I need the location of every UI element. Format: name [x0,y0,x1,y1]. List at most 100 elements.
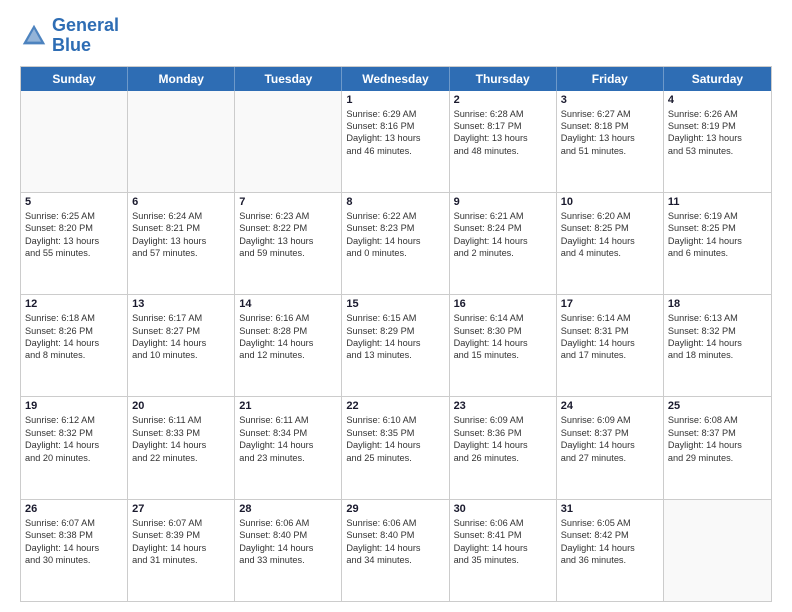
cell-info-line: Sunset: 8:34 PM [239,427,337,439]
logo-general: General [52,15,119,35]
cell-info-line: Daylight: 14 hours [454,439,552,451]
cell-info-line: and 27 minutes. [561,452,659,464]
weekday-header: Saturday [664,67,771,91]
cell-info-line: and 23 minutes. [239,452,337,464]
day-number: 25 [668,400,767,412]
cell-info-line: Daylight: 14 hours [346,337,444,349]
day-number: 6 [132,196,230,208]
cell-info-line: Sunrise: 6:06 AM [346,517,444,529]
day-number: 4 [668,94,767,106]
day-number: 17 [561,298,659,310]
cell-info-line: Sunrise: 6:07 AM [25,517,123,529]
day-number: 26 [25,503,123,515]
cell-info-line: Daylight: 14 hours [561,439,659,451]
cell-info-line: and 8 minutes. [25,349,123,361]
cell-info-line: Sunrise: 6:26 AM [668,108,767,120]
calendar-day-10: 10Sunrise: 6:20 AMSunset: 8:25 PMDayligh… [557,193,664,294]
cell-info-line: Sunset: 8:29 PM [346,325,444,337]
calendar-day-19: 19Sunrise: 6:12 AMSunset: 8:32 PMDayligh… [21,397,128,498]
cell-info-line: and 53 minutes. [668,145,767,157]
cell-info-line: Daylight: 14 hours [132,337,230,349]
calendar-day-25: 25Sunrise: 6:08 AMSunset: 8:37 PMDayligh… [664,397,771,498]
cell-info-line: Sunset: 8:17 PM [454,120,552,132]
cell-info-line: Sunset: 8:32 PM [668,325,767,337]
calendar-row: 5Sunrise: 6:25 AMSunset: 8:20 PMDaylight… [21,193,771,295]
cell-info-line: and 36 minutes. [561,554,659,566]
cell-info-line: Sunset: 8:19 PM [668,120,767,132]
cell-info-line: and 22 minutes. [132,452,230,464]
cell-info-line: Sunset: 8:42 PM [561,529,659,541]
cell-info-line: and 6 minutes. [668,247,767,259]
cell-info-line: Daylight: 14 hours [346,542,444,554]
day-number: 10 [561,196,659,208]
cell-info-line: Sunrise: 6:20 AM [561,210,659,222]
calendar-day-21: 21Sunrise: 6:11 AMSunset: 8:34 PMDayligh… [235,397,342,498]
cell-info-line: Daylight: 14 hours [239,542,337,554]
cell-info-line: and 57 minutes. [132,247,230,259]
day-number: 27 [132,503,230,515]
day-number: 8 [346,196,444,208]
cell-info-line: Sunrise: 6:07 AM [132,517,230,529]
day-number: 18 [668,298,767,310]
weekday-header: Tuesday [235,67,342,91]
cell-info-line: and 48 minutes. [454,145,552,157]
cell-info-line: Daylight: 14 hours [454,337,552,349]
day-number: 20 [132,400,230,412]
day-number: 11 [668,196,767,208]
cell-info-line: and 55 minutes. [25,247,123,259]
cell-info-line: Sunrise: 6:15 AM [346,312,444,324]
cell-info-line: Sunset: 8:25 PM [668,222,767,234]
calendar-row: 26Sunrise: 6:07 AMSunset: 8:38 PMDayligh… [21,500,771,601]
cell-info-line: and 10 minutes. [132,349,230,361]
cell-info-line: Daylight: 14 hours [454,542,552,554]
calendar-day-24: 24Sunrise: 6:09 AMSunset: 8:37 PMDayligh… [557,397,664,498]
calendar-day-15: 15Sunrise: 6:15 AMSunset: 8:29 PMDayligh… [342,295,449,396]
calendar-day-11: 11Sunrise: 6:19 AMSunset: 8:25 PMDayligh… [664,193,771,294]
weekday-header: Monday [128,67,235,91]
cell-info-line: Sunrise: 6:28 AM [454,108,552,120]
cell-info-line: and 25 minutes. [346,452,444,464]
page: General Blue SundayMondayTuesdayWednesda… [0,0,792,612]
calendar-day-13: 13Sunrise: 6:17 AMSunset: 8:27 PMDayligh… [128,295,235,396]
cell-info-line: Sunrise: 6:09 AM [561,414,659,426]
calendar-day-12: 12Sunrise: 6:18 AMSunset: 8:26 PMDayligh… [21,295,128,396]
calendar-empty-cell [128,91,235,192]
cell-info-line: Sunrise: 6:05 AM [561,517,659,529]
calendar-body: 1Sunrise: 6:29 AMSunset: 8:16 PMDaylight… [21,91,771,601]
cell-info-line: and 31 minutes. [132,554,230,566]
cell-info-line: Daylight: 13 hours [561,132,659,144]
cell-info-line: Sunset: 8:31 PM [561,325,659,337]
day-number: 12 [25,298,123,310]
day-number: 16 [454,298,552,310]
calendar-day-5: 5Sunrise: 6:25 AMSunset: 8:20 PMDaylight… [21,193,128,294]
cell-info-line: and 46 minutes. [346,145,444,157]
cell-info-line: Sunrise: 6:09 AM [454,414,552,426]
cell-info-line: Daylight: 13 hours [132,235,230,247]
cell-info-line: Daylight: 14 hours [25,337,123,349]
calendar: SundayMondayTuesdayWednesdayThursdayFrid… [20,66,772,602]
day-number: 30 [454,503,552,515]
calendar-day-26: 26Sunrise: 6:07 AMSunset: 8:38 PMDayligh… [21,500,128,601]
cell-info-line: Daylight: 13 hours [668,132,767,144]
cell-info-line: Sunrise: 6:24 AM [132,210,230,222]
header: General Blue [20,16,772,56]
cell-info-line: and 34 minutes. [346,554,444,566]
calendar-day-30: 30Sunrise: 6:06 AMSunset: 8:41 PMDayligh… [450,500,557,601]
cell-info-line: Sunset: 8:16 PM [346,120,444,132]
calendar-empty-cell [21,91,128,192]
cell-info-line: Daylight: 14 hours [561,337,659,349]
cell-info-line: Sunrise: 6:17 AM [132,312,230,324]
calendar-day-16: 16Sunrise: 6:14 AMSunset: 8:30 PMDayligh… [450,295,557,396]
calendar-day-18: 18Sunrise: 6:13 AMSunset: 8:32 PMDayligh… [664,295,771,396]
cell-info-line: Sunrise: 6:21 AM [454,210,552,222]
cell-info-line: Daylight: 14 hours [239,337,337,349]
cell-info-line: Sunset: 8:36 PM [454,427,552,439]
cell-info-line: Sunset: 8:39 PM [132,529,230,541]
cell-info-line: and 30 minutes. [25,554,123,566]
day-number: 7 [239,196,337,208]
calendar-day-27: 27Sunrise: 6:07 AMSunset: 8:39 PMDayligh… [128,500,235,601]
cell-info-line: Sunset: 8:35 PM [346,427,444,439]
day-number: 22 [346,400,444,412]
calendar-empty-cell [235,91,342,192]
cell-info-line: Sunrise: 6:29 AM [346,108,444,120]
